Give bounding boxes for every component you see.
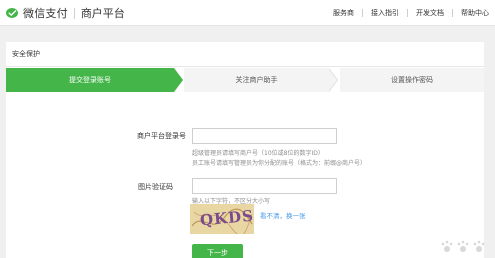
nav-divider bbox=[452, 9, 453, 17]
top-bar: 微信支付 商户平台 服务商 接入指引 开发文档 帮助中心 bbox=[0, 0, 495, 26]
account-label: 商户平台登录号 bbox=[137, 132, 186, 140]
next-step-button[interactable]: 下一步 bbox=[192, 244, 243, 258]
captcha-input[interactable] bbox=[192, 178, 337, 194]
account-hint-admin: 超级管理员请填写商户号（10位或8位的数字ID） bbox=[192, 150, 324, 157]
nav-link-help-center[interactable]: 帮助中心 bbox=[461, 8, 489, 18]
step-follow-assistant: 关注商户助手 bbox=[184, 68, 329, 92]
step-arrow bbox=[174, 68, 183, 92]
account-input[interactable] bbox=[192, 128, 337, 144]
brand-subtitle: 商户平台 bbox=[80, 7, 125, 20]
step-set-password: 设置操作密码 bbox=[340, 68, 484, 92]
brand-divider bbox=[73, 7, 75, 19]
step-arrow bbox=[328, 68, 337, 92]
brand-name: 微信支付 bbox=[23, 7, 68, 20]
captcha-refresh-link[interactable]: 看不清，换一张 bbox=[260, 210, 306, 220]
step-submit-account: 提交登录账号 bbox=[6, 68, 174, 92]
nav-link-integration-guide[interactable]: 接入指引 bbox=[371, 8, 399, 18]
account-hint-staff: 员工账号请填写管理员为你分配的账号（格式为：前缀@商户号） bbox=[192, 160, 367, 167]
top-nav: 服务商 接入指引 开发文档 帮助中心 bbox=[333, 0, 489, 26]
paw-watermark-icon bbox=[441, 240, 485, 252]
nav-link-service-provider[interactable]: 服务商 bbox=[333, 8, 354, 18]
captcha-image[interactable]: QKDS bbox=[190, 204, 254, 234]
step-progress: 提交登录账号 关注商户助手 设置操作密码 bbox=[6, 68, 484, 92]
nav-divider bbox=[362, 9, 363, 17]
nav-divider bbox=[407, 9, 408, 17]
wechat-pay-icon bbox=[6, 7, 20, 19]
brand-logo[interactable]: 微信支付 商户平台 bbox=[6, 4, 125, 22]
captcha-label: 图片验证码 bbox=[138, 183, 173, 191]
panel-title: 安全保护 bbox=[6, 42, 484, 67]
nav-link-dev-docs[interactable]: 开发文档 bbox=[416, 8, 444, 18]
